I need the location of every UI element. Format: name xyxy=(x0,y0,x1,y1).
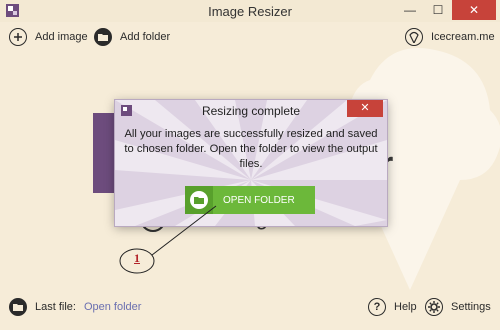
plus-icon xyxy=(9,28,27,46)
help-label: Help xyxy=(394,301,417,313)
open-folder-link[interactable]: Open folder xyxy=(84,301,141,313)
title-bar: Image Resizer — ☐ ✕ xyxy=(0,0,500,22)
add-image-button[interactable]: Add image xyxy=(9,26,88,48)
add-folder-label: Add folder xyxy=(120,31,171,43)
folder-icon xyxy=(194,197,204,204)
folder-icon xyxy=(94,28,112,46)
annotation-number: 1 xyxy=(134,251,140,265)
add-image-label: Add image xyxy=(35,31,88,43)
resizing-complete-dialog: Resizing complete ✕ All your images are … xyxy=(115,100,387,226)
minimize-button[interactable]: — xyxy=(396,0,424,20)
close-icon: ✕ xyxy=(468,3,480,17)
settings-button[interactable]: Settings xyxy=(425,298,491,316)
dialog-title-bar: Resizing complete ✕ xyxy=(115,100,387,120)
settings-label: Settings xyxy=(451,301,491,313)
gear-icon xyxy=(425,298,443,316)
close-icon: ✕ xyxy=(360,102,370,114)
last-file-label: Last file: xyxy=(35,301,76,313)
help-icon: ? xyxy=(368,298,386,316)
icecream-icon xyxy=(405,28,423,46)
brand-label: Icecream.me xyxy=(431,31,495,43)
last-file-section: Last file: Open folder xyxy=(9,298,141,316)
window-close-button[interactable]: ✕ xyxy=(452,0,496,20)
open-folder-button-label: OPEN FOLDER xyxy=(223,194,295,206)
minimize-icon: — xyxy=(404,3,416,17)
add-folder-button[interactable]: Add folder xyxy=(94,26,170,48)
folder-icon xyxy=(9,298,27,316)
dialog-close-button[interactable]: ✕ xyxy=(347,100,383,117)
maximize-button[interactable]: ☐ xyxy=(424,0,452,20)
bottom-bar: Last file: Open folder ? Help Settings xyxy=(0,294,500,322)
open-folder-button[interactable]: OPEN FOLDER xyxy=(185,186,315,214)
open-folder-button-icon xyxy=(185,186,213,214)
help-button[interactable]: ? Help xyxy=(368,298,417,316)
app-window: Image Resizer — ☐ ✕ Add image Add folder… xyxy=(0,0,500,330)
dialog-message: All your images are successfully resized… xyxy=(124,128,378,170)
maximize-icon: ☐ xyxy=(432,3,444,17)
icecream-link[interactable]: Icecream.me xyxy=(405,26,495,48)
